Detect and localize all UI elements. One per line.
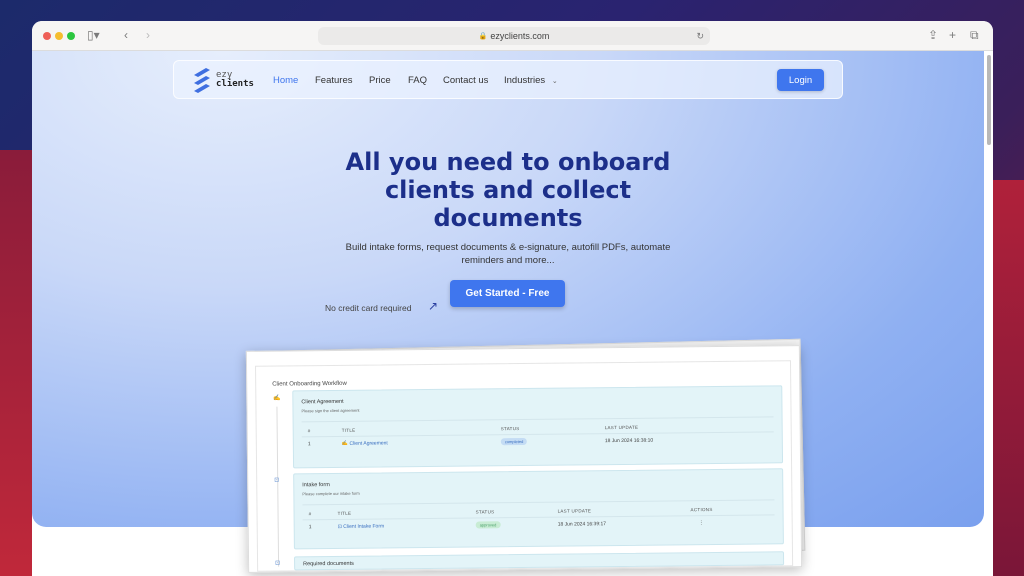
timeline-line (276, 407, 279, 567)
col-num: # (309, 511, 312, 516)
row-num: 1 (308, 441, 311, 447)
document-icon: ⊡ (275, 560, 280, 567)
reload-icon[interactable]: ↻ (696, 31, 704, 42)
col-title: TITLE (342, 428, 356, 433)
close-window-button[interactable] (43, 32, 51, 40)
hero-subtitle: Build intake forms, request documents & … (332, 241, 684, 267)
logo-text-bottom: clients (216, 80, 254, 89)
status-badge: approved (476, 521, 501, 528)
get-started-button[interactable]: Get Started - Free (450, 280, 565, 307)
forward-icon[interactable]: › (146, 28, 150, 42)
maximize-window-button[interactable] (67, 32, 75, 40)
new-tab-icon[interactable]: + (949, 28, 956, 42)
card-required-documents: Required documents (294, 551, 784, 570)
scrollbar[interactable] (987, 55, 991, 145)
logo[interactable]: ezyclients (192, 67, 254, 93)
row-title: Client Agreement (349, 440, 387, 446)
col-num: # (308, 428, 311, 433)
address-bar[interactable]: 🔒ezyclients.com ↻ (318, 27, 710, 45)
minimize-window-button[interactable] (55, 32, 63, 40)
card-client-agreement: Client Agreement Please sign the client … (292, 385, 783, 468)
col-updated: LAST UPDATE (605, 425, 639, 430)
page-content: ezyclients Home Features Price FAQ Conta… (32, 51, 993, 576)
login-button[interactable]: Login (777, 69, 824, 91)
back-icon[interactable]: ‹ (124, 28, 128, 42)
col-status: STATUS (476, 509, 495, 514)
nav-industries[interactable]: Industries ⌄ (504, 75, 558, 86)
sidebar-toggle-icon[interactable]: ▯▾ (87, 28, 100, 42)
more-actions-icon[interactable]: ⋮ (699, 520, 704, 526)
nav-home[interactable]: Home (273, 75, 298, 86)
logo-icon (192, 67, 212, 93)
card-desc: Please complete our intake form (302, 491, 359, 497)
card-title: Client Agreement (301, 399, 343, 405)
col-status: STATUS (501, 426, 520, 431)
nav-price[interactable]: Price (369, 75, 391, 86)
card-desc: Please sign the client agreement (301, 408, 359, 414)
nav-contact[interactable]: Contact us (443, 75, 488, 86)
col-title: TITLE (338, 511, 352, 516)
status-badge: completed (501, 438, 528, 445)
workflow-title: Client Onboarding Workflow (272, 381, 347, 388)
workflow-mockup: Client Onboarding Workflow ✍ Client Agre… (246, 345, 802, 573)
hero-title: All you need to onboard clients and coll… (332, 148, 684, 232)
nav-industries-label: Industries (504, 75, 545, 86)
divider (302, 416, 774, 422)
browser-toolbar: ▯▾ ‹ › 🔒ezyclients.com ↻ ⇪ + ⧉ (32, 21, 993, 51)
lock-icon: 🔒 (479, 32, 488, 40)
row-updated: 18 Jun 2024 16:38:10 (605, 438, 653, 445)
divider (302, 499, 774, 505)
share-icon[interactable]: ⇪ (928, 28, 938, 42)
chevron-down-icon: ⌄ (552, 78, 558, 85)
row-title-link[interactable]: ✍ Client Agreement (342, 440, 388, 446)
signature-icon: ✍ (273, 395, 281, 402)
card-title: Required documents (303, 561, 354, 568)
browser-window: ▯▾ ‹ › 🔒ezyclients.com ↻ ⇪ + ⧉ ezyclients… (32, 21, 993, 576)
nav-faq[interactable]: FAQ (408, 75, 427, 86)
divider (303, 514, 775, 520)
row-title-link[interactable]: ⊡ Client Intake Form (338, 523, 385, 529)
divider (302, 431, 774, 437)
card-intake-form: Intake form Please complete our intake f… (293, 468, 784, 549)
site-nav: ezyclients Home Features Price FAQ Conta… (173, 60, 843, 99)
url-text: ezyclients.com (490, 31, 549, 41)
col-updated: LAST UPDATE (558, 508, 592, 513)
row-updated: 18 Jun 2024 16:39:17 (558, 521, 606, 528)
row-num: 1 (309, 524, 312, 530)
form-icon: ⊡ (274, 477, 279, 484)
row-title: Client Intake Form (343, 523, 384, 529)
nav-features[interactable]: Features (315, 75, 353, 86)
curved-arrow-icon: ↗ (428, 299, 438, 313)
card-title: Intake form (302, 482, 330, 488)
no-credit-card-note: No credit card required (325, 303, 411, 313)
tabs-overview-icon[interactable]: ⧉ (970, 28, 979, 43)
col-actions: ACTIONS (691, 507, 713, 512)
